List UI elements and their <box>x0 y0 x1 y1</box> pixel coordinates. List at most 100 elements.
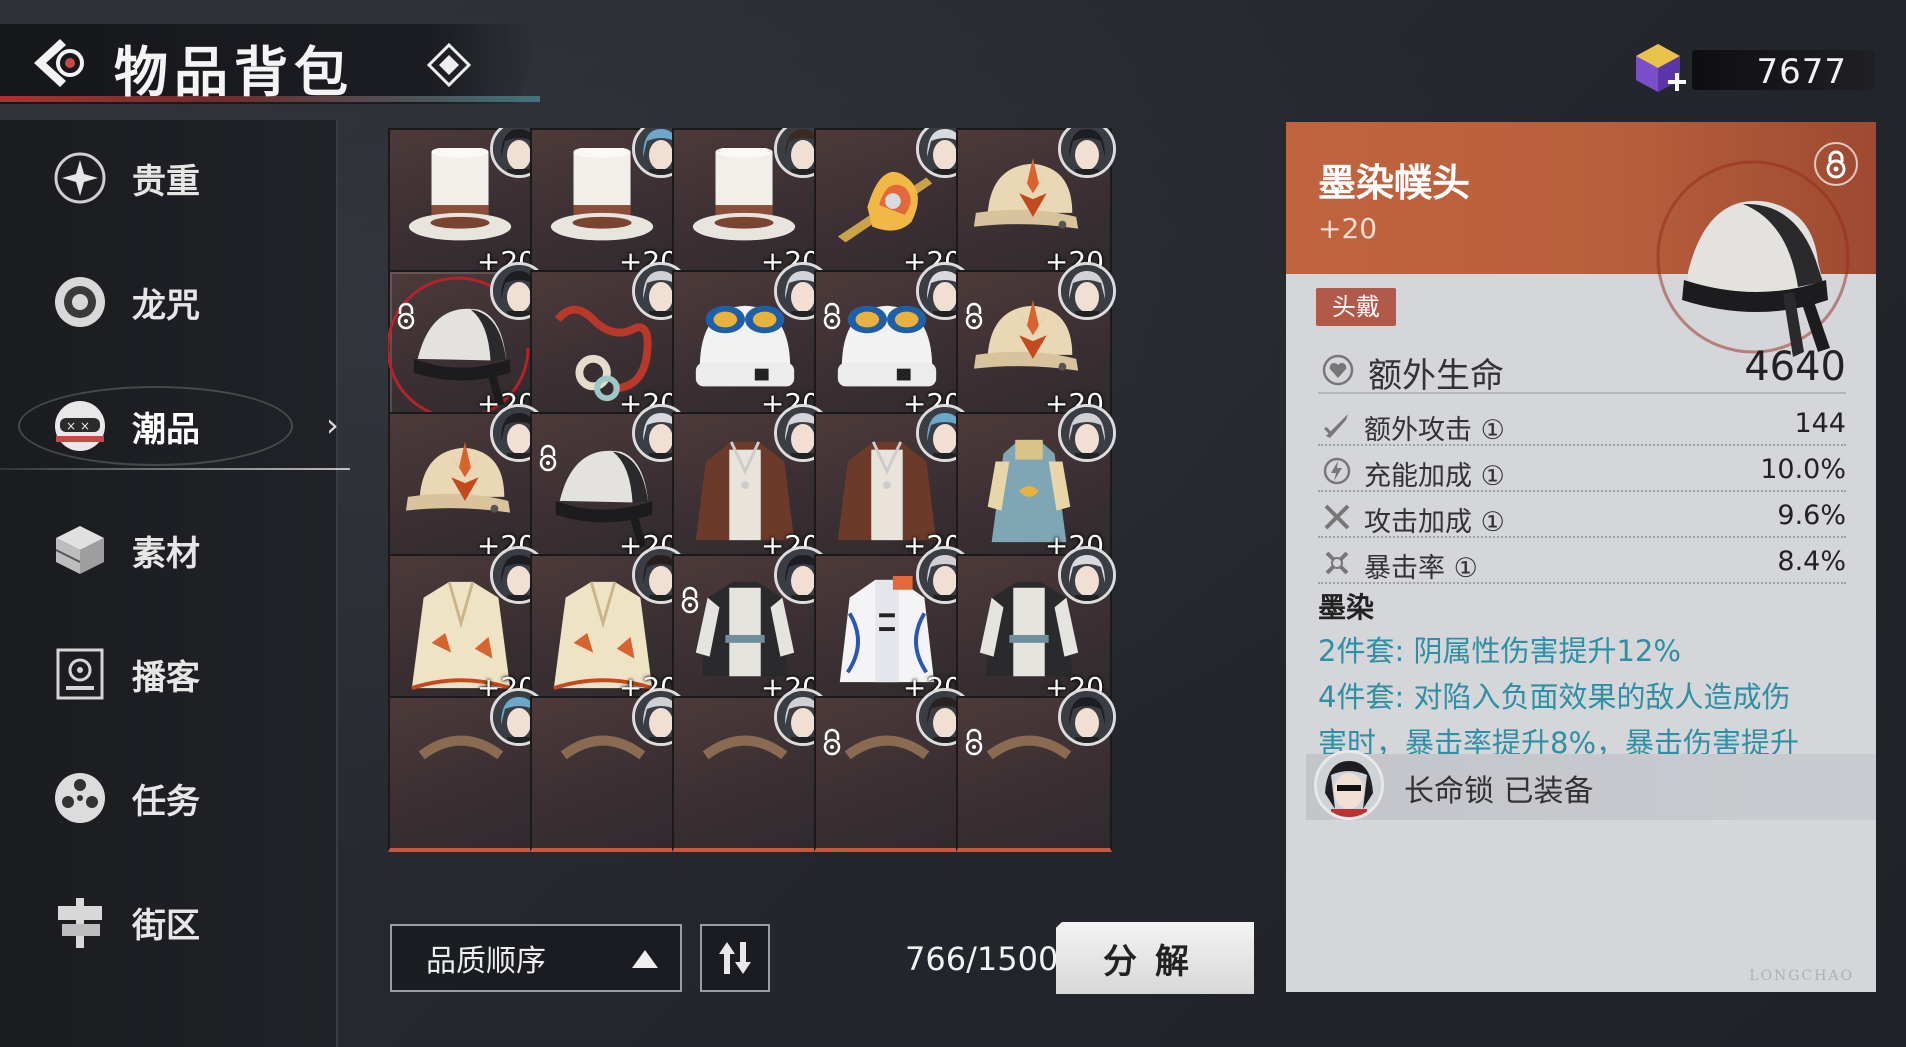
inventory-item-black-jacket[interactable]: +20 <box>956 546 1116 710</box>
health-icon <box>1322 354 1354 386</box>
item-detail-panel: 墨染幞头 +20 头戴 额外生命 4640 额外攻击 ① 144 充能加成 ① … <box>1286 122 1876 992</box>
avatar <box>1058 128 1116 178</box>
lock-icon <box>823 728 841 756</box>
active-underline <box>0 468 350 470</box>
inventory-item-brown-jacket[interactable]: +20 <box>814 404 974 568</box>
inventory-item-beanie[interactable]: +20 <box>672 262 832 426</box>
set-effect-4pc: 4件套: 对陷入负面效果的敌人造成伤 <box>1318 680 1791 714</box>
lock-icon <box>681 586 699 614</box>
inventory-item-cream-coat[interactable]: +20 <box>530 546 690 710</box>
inventory-item-partial[interactable] <box>956 688 1116 852</box>
sidebar-item-materials[interactable]: 素材 <box>0 500 338 600</box>
sub-stat-row[interactable]: 充能加成 ① 10.0% <box>1318 448 1846 492</box>
inventory-item-cap[interactable]: +20 <box>388 404 548 568</box>
sidebar-item-tasks[interactable]: 任务 <box>0 748 338 848</box>
lock-toggle[interactable] <box>1814 142 1858 186</box>
inventory-item-black-hat[interactable]: +20 <box>388 262 548 426</box>
sidebar-item-label: 素材 <box>132 533 200 574</box>
avatar <box>1058 688 1116 746</box>
avatar <box>1314 750 1384 820</box>
sub-stat-value: 10.0% <box>1760 454 1846 485</box>
set-name: 墨染 <box>1318 591 1375 624</box>
decompose-label: 分解 <box>1103 941 1207 982</box>
sort-label: 品质顺序 <box>426 944 546 979</box>
svg-text:× ×: × × <box>66 419 90 433</box>
sword-icon <box>1324 414 1348 438</box>
lock-icon <box>823 302 841 330</box>
inventory-item-golden-ornament[interactable]: +20 <box>814 128 974 284</box>
sidebar: 贵重 龙咒 × × 潮品 › 素材 播客 任务 街区 <box>0 120 350 1047</box>
item-grid[interactable]: +20 +20 +20 +20 +20 +20 +20 +20 +20 +20 +20 +20 +20 +… <box>388 128 1258 886</box>
inventory-item-cap[interactable]: +20 <box>956 262 1116 426</box>
avatar <box>1058 262 1116 320</box>
inventory-item-partial[interactable] <box>814 688 974 852</box>
sub-stat-value: 9.6% <box>1777 500 1846 531</box>
crit-icon <box>1325 551 1349 575</box>
inventory-item-black-jacket[interactable]: +20 <box>672 546 832 710</box>
inventory-capacity: 766/1500 <box>905 940 1059 978</box>
sub-stat-row[interactable]: 暴击率 ① 8.4% <box>1318 540 1846 584</box>
inventory-item-tophat[interactable]: +20 <box>530 128 690 284</box>
sub-stat-row[interactable]: 额外攻击 ① 144 <box>1318 402 1846 446</box>
decompose-button[interactable]: 分解 <box>1056 922 1254 994</box>
info-button[interactable] <box>424 40 474 90</box>
lock-icon <box>397 302 415 330</box>
inventory-item-blue-robe[interactable]: +20 <box>956 404 1116 568</box>
lock-icon <box>965 302 983 330</box>
equipped-by-row[interactable]: 长命锁 已装备 <box>1306 750 1876 820</box>
sidebar-item-valuables[interactable]: 贵重 <box>0 128 338 228</box>
sidebar-item-label: 街区 <box>132 905 200 946</box>
inventory-item-white-jacket[interactable]: +20 <box>814 546 974 710</box>
inventory-item-partial[interactable] <box>388 688 548 852</box>
crate-icon <box>50 520 110 580</box>
sidebar-item-label: 龙咒 <box>132 285 200 326</box>
crossed-swords-icon <box>1324 504 1350 530</box>
item-level: +20 <box>1318 212 1378 245</box>
inventory-item-cap[interactable]: +20 <box>956 128 1116 284</box>
vinyl-disc-icon <box>50 272 110 332</box>
chevron-right-icon: › <box>326 406 339 444</box>
mask-icon: × × <box>50 396 110 456</box>
star-sparkle-icon <box>50 148 110 208</box>
sort-arrows-icon <box>719 942 751 974</box>
sidebar-item-podcast[interactable]: 播客 <box>0 624 338 724</box>
lock-icon <box>1826 150 1846 179</box>
inventory-item-tophat[interactable]: +20 <box>388 128 548 284</box>
inventory-item-red-cord[interactable]: +20 <box>530 262 690 426</box>
sidebar-item-fashion[interactable]: × × 潮品 › <box>0 376 350 476</box>
avatar <box>1058 404 1116 462</box>
sidebar-item-label: 任务 <box>132 781 200 822</box>
back-arrow-icon <box>34 39 84 87</box>
inventory-item-brown-jacket[interactable]: +20 <box>672 404 832 568</box>
sidebar-item-dragon-curse[interactable]: 龙咒 <box>0 252 338 352</box>
sort-dropdown[interactable]: 品质顺序 <box>390 924 682 992</box>
sidebar-item-label: 播客 <box>132 657 200 698</box>
inventory-item-cream-coat[interactable]: +20 <box>388 546 548 710</box>
inventory-item-beanie[interactable]: +20 <box>814 262 974 426</box>
back-button[interactable] <box>28 34 92 92</box>
sub-stat-value: 8.4% <box>1777 546 1846 577</box>
sub-stat-value: 144 <box>1794 408 1846 439</box>
gem-currency-icon <box>1636 44 1686 92</box>
street-sign-icon <box>50 892 110 952</box>
sub-stat-row[interactable]: 攻击加成 ① 9.6% <box>1318 494 1846 538</box>
sidebar-item-label: 贵重 <box>132 161 200 202</box>
energy-icon <box>1323 457 1351 485</box>
currency-display[interactable]: 7677 <box>1630 44 1875 92</box>
sub-stat-label: 攻击加成 ① <box>1364 507 1505 538</box>
sidebar-item-district[interactable]: 街区 <box>0 872 338 972</box>
inventory-item-partial[interactable] <box>672 688 832 852</box>
main-stat: 额外生命 4640 <box>1318 344 1846 396</box>
triangle-up-icon <box>632 950 658 968</box>
inventory-item-partial[interactable] <box>530 688 690 852</box>
sort-order-toggle[interactable] <box>700 924 770 992</box>
lock-icon <box>965 728 983 756</box>
avatar <box>1058 546 1116 604</box>
speaker-icon <box>50 644 110 704</box>
inventory-item-black-hat[interactable]: +20 <box>530 404 690 568</box>
diamond-icon <box>427 43 471 87</box>
item-name: 墨染幞头 <box>1318 160 1471 205</box>
inventory-item-tophat[interactable]: +20 <box>672 128 832 284</box>
page-title: 物品背包 <box>114 40 354 104</box>
sidebar-item-label: 潮品 <box>132 409 200 450</box>
